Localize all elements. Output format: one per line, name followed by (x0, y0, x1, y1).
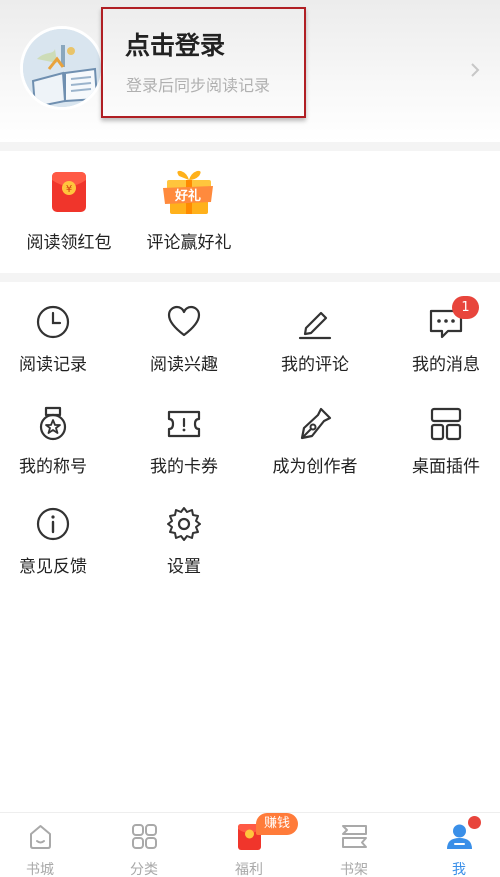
avatar[interactable] (20, 26, 104, 110)
tab-label: 书城 (26, 862, 54, 877)
menu-label: 成为创作者 (272, 457, 358, 477)
widget-icon (430, 407, 462, 441)
info-icon (36, 507, 70, 541)
menu-desktop-widget[interactable]: 桌面插件 (391, 398, 500, 478)
open-book-icon (23, 29, 101, 107)
menu-label: 桌面插件 (412, 457, 480, 477)
red-envelope-icon: ¥ (52, 172, 86, 212)
menu-label: 意见反馈 (19, 557, 87, 577)
tab-label: 分类 (130, 862, 158, 877)
tab-label: 福利 (235, 862, 263, 877)
pen-nib-icon (300, 407, 332, 440)
notification-dot (468, 816, 481, 829)
menu-my-messages[interactable]: 我的消息 (391, 296, 500, 376)
medal-icon (39, 406, 67, 441)
menu-my-coupons[interactable]: 我的卡券 (129, 398, 239, 478)
login-title[interactable]: 点击登录 (125, 26, 225, 62)
tab-label: 书架 (340, 862, 368, 877)
pencil-icon (298, 311, 332, 340)
heart-icon (167, 305, 201, 337)
tab-bookshelf[interactable]: 书架 (304, 813, 404, 877)
menu-label: 我的称号 (19, 457, 87, 477)
menu-label: 我的评论 (281, 355, 349, 375)
login-highlight-box (101, 7, 306, 118)
bookshelf-icon (342, 825, 367, 848)
menu-label: 设置 (167, 557, 201, 577)
section-divider (0, 273, 500, 282)
chevron-right-icon[interactable] (466, 60, 484, 80)
gear-icon (167, 507, 201, 541)
ticket-icon (167, 410, 201, 438)
menu-label: 阅读兴趣 (150, 355, 218, 375)
promo-label: 评论赢好礼 (146, 233, 232, 253)
earn-money-badge: 赚钱 (256, 813, 298, 835)
tab-bookstore[interactable]: 书城 (0, 813, 90, 877)
clock-icon (36, 305, 70, 339)
svg-text:¥: ¥ (66, 184, 72, 195)
menu-label: 我的消息 (412, 355, 480, 375)
menu-settings[interactable]: 设置 (129, 498, 239, 578)
menu-reading-history[interactable]: 阅读记录 (0, 296, 108, 376)
promo-read-red-envelope[interactable]: ¥ 阅读领红包 (4, 150, 134, 270)
promo-label: 阅读领红包 (26, 233, 112, 253)
menu-feedback[interactable]: 意见反馈 (0, 498, 108, 578)
grid-icon (132, 824, 157, 849)
tab-categories[interactable]: 分类 (94, 813, 194, 877)
menu-my-comments[interactable]: 我的评论 (260, 296, 370, 376)
menu-my-titles[interactable]: 我的称号 (0, 398, 108, 478)
gift-box-icon: 好礼 (163, 170, 213, 214)
login-subtitle: 登录后同步阅读记录 (126, 76, 271, 95)
menu-label: 阅读记录 (19, 355, 87, 375)
message-count-badge: 1 (452, 296, 479, 319)
menu-reading-interest[interactable]: 阅读兴趣 (129, 296, 239, 376)
bottom-tab-bar: 书城 分类 福利 书架 我 (0, 812, 500, 877)
profile-header[interactable]: 点击登录 登录后同步阅读记录 (0, 0, 500, 142)
home-icon (30, 825, 51, 849)
gift-box-text: 好礼 (174, 188, 201, 204)
menu-become-creator[interactable]: 成为创作者 (260, 398, 370, 478)
tab-me[interactable]: 我 (409, 813, 500, 877)
promo-comment-gift[interactable]: 好礼 评论赢好礼 (124, 150, 254, 270)
tab-label: 我 (452, 862, 466, 877)
menu-label: 我的卡券 (150, 457, 218, 477)
